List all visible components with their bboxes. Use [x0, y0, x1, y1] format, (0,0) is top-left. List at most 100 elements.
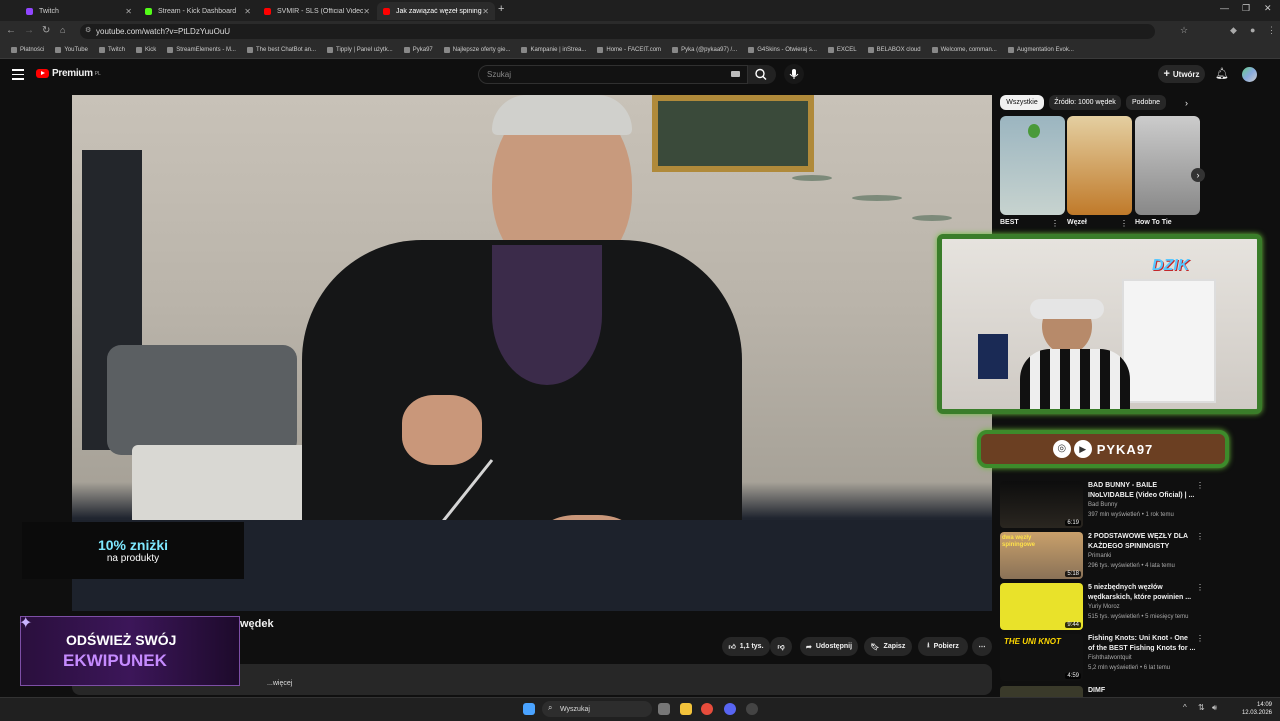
short-thumbnail[interactable] — [1067, 116, 1132, 215]
bookmark-item[interactable]: Pyka (@pykaa97) /... — [672, 47, 737, 53]
voice-search-button[interactable] — [784, 64, 804, 84]
browser-tab-svmir[interactable]: SVMIR - SLS (Official Video) - Y ✕ — [258, 2, 376, 20]
url-field[interactable]: ⚙ youtube.com/watch?v=PtLDzYuuOuU — [80, 24, 1155, 39]
hamburger-menu-icon[interactable] — [12, 69, 24, 80]
bookmark-item[interactable]: Najlepsze oferty gie... — [443, 47, 511, 53]
youtube-logo[interactable]: Premium PL — [36, 68, 101, 79]
chip-source[interactable]: Źródło: 1000 wędek — [1049, 95, 1121, 110]
task-view-icon[interactable] — [658, 703, 670, 715]
tab-label: Stream - Kick Dashboard — [158, 7, 237, 15]
maximize-button[interactable]: ❐ — [1242, 3, 1250, 14]
browser-tab-kick[interactable]: Stream - Kick Dashboard ✕ — [139, 2, 257, 20]
tray-chevron-icon[interactable]: ^ — [1183, 703, 1187, 712]
browser-tab-active[interactable]: Jak zawiązać węzeł spiningowy ✕ — [377, 2, 495, 20]
search-input[interactable]: Szukaj — [478, 65, 748, 84]
more-icon[interactable]: ⋮ — [1196, 532, 1204, 541]
dislike-button[interactable]: 👎︎ — [770, 637, 792, 656]
close-icon[interactable]: ✕ — [244, 7, 251, 16]
recommendation-item[interactable]: DIMF — [1000, 686, 1210, 697]
bookmark-item[interactable]: Kampanie | inStrea... — [521, 47, 586, 53]
recommendation-item[interactable]: 9:44 5 niezbędnych węzłów wędkarskich, k… — [1000, 583, 1210, 633]
download-button[interactable]: ⭳ Pobierz — [918, 637, 968, 656]
recommendation-item[interactable]: dwa węzły spiningowe 5:18 2 PODSTAWOWE W… — [1000, 532, 1210, 582]
more-icon[interactable]: ⋮ — [1196, 634, 1204, 643]
bookmark-item[interactable]: YouTube — [55, 47, 88, 53]
bookmark-favicon-icon — [867, 47, 874, 53]
avatar[interactable] — [1242, 67, 1257, 82]
bookmark-item[interactable]: Augmentation Evok... — [1007, 47, 1074, 53]
save-button[interactable]: 🔖︎ Zapisz — [864, 637, 912, 656]
close-icon[interactable]: ✕ — [125, 7, 132, 16]
shorts-next-icon[interactable]: › — [1191, 168, 1205, 182]
search-icon: ⌕ — [548, 703, 553, 712]
file-explorer-icon[interactable] — [680, 703, 692, 715]
recommendation-item[interactable]: THE UNI KNOT 4:59 Fishing Knots: Uni Kno… — [1000, 634, 1210, 684]
like-button[interactable]: 👍︎ 1,1 tys. — [722, 637, 770, 656]
short-thumbnail[interactable] — [1000, 116, 1065, 215]
short-title[interactable]: Węzeł — [1067, 219, 1087, 226]
start-icon[interactable] — [523, 703, 535, 715]
bookmark-item[interactable]: Welcome, comman... — [931, 47, 997, 53]
bookmark-item[interactable]: Twitch — [98, 47, 125, 53]
bookmark-item[interactable]: The best ChatBot an... — [246, 47, 316, 53]
notifications-bell-icon[interactable]: 🔔︎ — [1215, 67, 1229, 80]
forward-icon[interactable]: → — [24, 25, 34, 36]
bookmark-item[interactable]: BELABOX cloud — [867, 47, 921, 53]
share-icon: ➦ — [805, 643, 812, 651]
bookmark-label: Pyka97 — [412, 47, 433, 53]
short-thumbnail[interactable] — [1135, 116, 1200, 215]
bookmark-item[interactable]: Home - FACEIT.com — [597, 47, 661, 53]
bookmark-item[interactable]: Płatności — [11, 47, 44, 53]
share-button[interactable]: ➦ Udostępnij — [800, 637, 858, 656]
back-icon[interactable]: ← — [6, 25, 16, 36]
more-icon[interactable]: ⋮ — [1196, 481, 1204, 490]
taskbar-search[interactable]: ⌕ Wyszukaj — [542, 701, 652, 717]
chevron-right-icon[interactable]: › — [1185, 98, 1188, 108]
bookmark-label: Najlepsze oferty gie... — [452, 47, 511, 53]
obs-icon[interactable] — [746, 703, 758, 715]
network-icon[interactable]: ⇅ — [1198, 703, 1205, 712]
duration-badge: 6:19 — [1065, 520, 1081, 526]
new-tab-button[interactable]: + — [498, 3, 504, 15]
profile-icon[interactable]: ● — [1250, 25, 1255, 35]
short-menu-icon[interactable]: ⋮ — [1051, 219, 1059, 228]
volume-icon[interactable]: 🔊︎ — [1212, 703, 1217, 713]
more-actions-button[interactable]: ⋯ — [972, 637, 992, 656]
clock[interactable]: 14:09 12.03.2026 — [1226, 701, 1272, 717]
close-window-button[interactable]: ✕ — [1264, 3, 1272, 14]
thumbs-down-icon: 👎︎ — [777, 644, 785, 651]
short-menu-icon[interactable]: ⋮ — [1120, 219, 1128, 228]
taskbar: ⌕ Wyszukaj ^ ⇅ 🔊︎ 14:09 12.03.2026 — [0, 697, 1280, 721]
bookmark-item[interactable]: EXCEL — [827, 47, 857, 53]
bookmark-item[interactable]: StreamElements - M... — [167, 47, 236, 53]
tab-label: Jak zawiązać węzeł spiningowy — [396, 7, 482, 15]
bookmark-label: Home - FACEIT.com — [606, 47, 662, 53]
bookmark-item[interactable]: Kick — [135, 47, 156, 53]
bookmark-item[interactable]: Tipply | Panel użytk... — [327, 47, 393, 53]
short-title[interactable]: How To Tie — [1135, 219, 1172, 226]
recommendation-item[interactable]: 6:19 BAD BUNNY - BAILE INoLVIDABLE (Vide… — [1000, 481, 1210, 531]
video-meta: 397 mln wyświetleń • 1 rok temu — [1088, 512, 1174, 518]
reload-icon[interactable]: ↻ — [42, 25, 50, 36]
extensions-icon[interactable]: ◆ — [1230, 25, 1237, 36]
bookmark-item[interactable]: G4Skins - Otwieraj s... — [748, 47, 817, 53]
close-icon[interactable]: ✕ — [363, 7, 370, 16]
more-icon[interactable]: ⋮ — [1196, 583, 1204, 592]
create-button[interactable]: + Utwórz — [1158, 65, 1205, 83]
search-button[interactable] — [748, 65, 776, 84]
browser-tab-twitch[interactable]: Twitch ✕ — [20, 2, 138, 20]
chip-all[interactable]: Wszystkie — [1000, 95, 1044, 110]
keyboard-icon[interactable] — [731, 71, 740, 77]
short-title[interactable]: BEST — [1000, 219, 1019, 226]
site-info-icon[interactable]: ⚙ — [85, 26, 91, 34]
chrome-icon[interactable] — [701, 703, 713, 715]
minimize-button[interactable]: — — [1220, 3, 1229, 13]
menu-icon[interactable]: ⋮ — [1267, 25, 1276, 36]
chip-related[interactable]: Podobne — [1126, 95, 1166, 110]
bookmark-item[interactable]: Pyka97 — [403, 47, 433, 53]
close-icon[interactable]: ✕ — [482, 7, 489, 16]
description-more-link[interactable]: ...więcej — [267, 680, 292, 687]
discord-icon[interactable] — [724, 703, 736, 715]
bookmark-star-icon[interactable]: ☆ — [1180, 25, 1188, 36]
home-icon[interactable]: ⌂ — [60, 25, 65, 35]
